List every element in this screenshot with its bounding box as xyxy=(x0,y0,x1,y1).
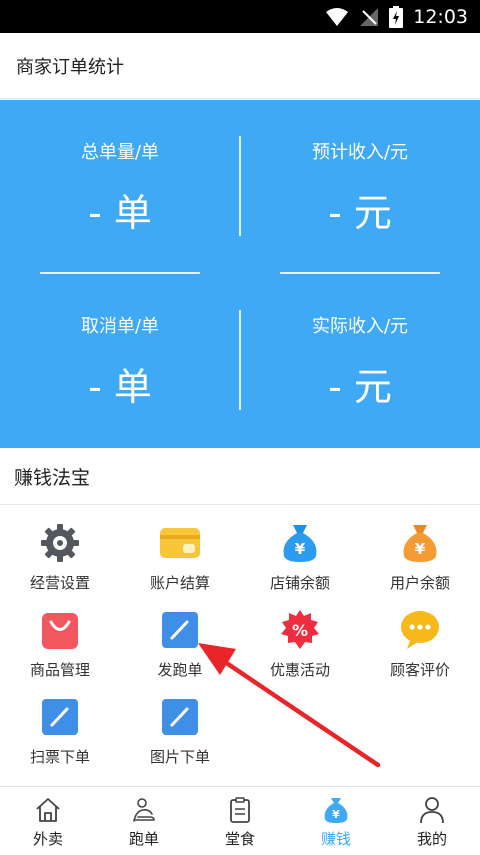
shopping-bag-icon xyxy=(39,609,81,651)
tool-promotions[interactable]: % 优惠活动 xyxy=(240,593,360,679)
tool-label: 店铺余额 xyxy=(269,574,330,592)
tool-customer-reviews[interactable]: 顾客评价 xyxy=(360,593,480,679)
order-stats-panel: 总单量/单 - 单 预计收入/元 - 元 取消单/单 - 单 实际收入/元 - … xyxy=(0,100,480,448)
tab-label: 堂食 xyxy=(224,830,255,848)
runner-icon xyxy=(129,796,159,824)
battery-icon xyxy=(389,5,404,28)
tool-image-order[interactable]: 图片下单 xyxy=(120,680,240,766)
bottom-tab-bar: 外卖 跑单 堂食 ¥ 赚钱 我的 xyxy=(0,786,480,855)
tools-grid: 经营设置 账户结算 ¥ 店铺余额 ¥ 用户余额 商品管理 发跑单 % 优惠活动 … xyxy=(0,506,480,786)
stat-label: 取消单/单 xyxy=(80,316,160,337)
page-title: 商家订单统计 xyxy=(16,56,124,78)
stat-expected-income: 预计收入/元 - 元 xyxy=(240,138,480,237)
clock: 12:03 xyxy=(413,5,468,28)
svg-text:¥: ¥ xyxy=(295,540,306,558)
stat-value: - 元 xyxy=(328,365,392,409)
stat-label: 总单量/单 xyxy=(80,142,160,163)
tool-label: 经营设置 xyxy=(29,574,90,592)
tab-label: 我的 xyxy=(416,830,447,848)
tool-business-settings[interactable]: 经营设置 xyxy=(0,506,120,592)
tool-product-management[interactable]: 商品管理 xyxy=(0,593,120,679)
clipboard-icon xyxy=(225,796,255,824)
divider xyxy=(40,272,200,274)
status-bar: 12:03 xyxy=(0,0,480,33)
tool-label: 用户余额 xyxy=(389,574,450,592)
stat-cancelled-orders: 取消单/单 - 单 xyxy=(0,312,240,411)
pencil-icon xyxy=(159,609,201,651)
stat-label: 实际收入/元 xyxy=(311,316,409,337)
svg-text:¥: ¥ xyxy=(332,808,340,821)
card-icon xyxy=(159,522,201,564)
tool-label: 商品管理 xyxy=(29,661,90,679)
tool-label: 账户结算 xyxy=(149,574,210,592)
gear-icon xyxy=(39,522,81,564)
stat-value: - 单 xyxy=(88,191,152,235)
pencil-icon xyxy=(159,696,201,738)
chat-bubble-icon xyxy=(399,609,441,651)
no-signal-icon xyxy=(360,7,379,26)
tool-scan-receipt-order[interactable]: 扫票下单 xyxy=(0,680,120,766)
tool-store-balance[interactable]: ¥ 店铺余额 xyxy=(240,506,360,592)
stat-value: - 元 xyxy=(328,191,392,235)
page-header: 商家订单统计 xyxy=(0,33,480,99)
section-title: 赚钱法宝 xyxy=(0,448,480,505)
divider xyxy=(280,272,440,274)
stat-total-orders: 总单量/单 - 单 xyxy=(0,138,240,237)
svg-text:%: % xyxy=(292,621,308,640)
tool-label: 发跑单 xyxy=(157,661,203,679)
tool-label: 顾客评价 xyxy=(389,661,450,679)
tab-label: 跑单 xyxy=(128,830,159,848)
tab-takeout[interactable]: 外卖 xyxy=(0,787,96,855)
tool-user-balance[interactable]: ¥ 用户余额 xyxy=(360,506,480,592)
tool-label: 扫票下单 xyxy=(29,748,90,766)
tab-earn-money[interactable]: ¥ 赚钱 xyxy=(288,787,384,855)
money-bag-icon: ¥ xyxy=(279,522,321,564)
money-bag-icon: ¥ xyxy=(321,796,351,824)
wifi-icon xyxy=(326,7,349,26)
discount-icon: % xyxy=(279,609,321,651)
tool-label: 图片下单 xyxy=(149,748,210,766)
divider xyxy=(239,136,241,236)
house-icon xyxy=(33,796,63,824)
tool-label: 优惠活动 xyxy=(269,661,330,679)
pencil-icon xyxy=(39,696,81,738)
tool-post-errand[interactable]: 发跑单 xyxy=(120,593,240,679)
tab-label: 赚钱 xyxy=(320,830,351,848)
divider xyxy=(239,310,241,410)
tab-dine-in[interactable]: 堂食 xyxy=(192,787,288,855)
stat-label: 预计收入/元 xyxy=(311,142,409,163)
tab-mine[interactable]: 我的 xyxy=(384,787,480,855)
svg-text:¥: ¥ xyxy=(415,540,426,558)
tab-errands[interactable]: 跑单 xyxy=(96,787,192,855)
person-icon xyxy=(417,796,447,824)
tool-account-settlement[interactable]: 账户结算 xyxy=(120,506,240,592)
tab-label: 外卖 xyxy=(32,830,63,848)
money-bag-icon: ¥ xyxy=(399,522,441,564)
stat-actual-income: 实际收入/元 - 元 xyxy=(240,312,480,411)
stat-value: - 单 xyxy=(88,365,152,409)
